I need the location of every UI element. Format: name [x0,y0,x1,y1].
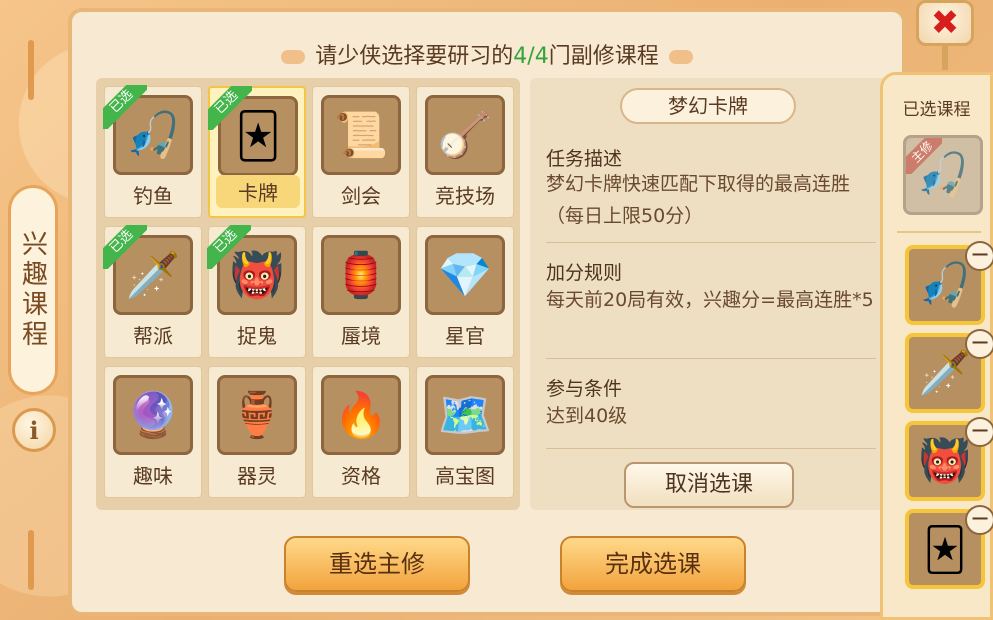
selected-badge: 已选 [103,225,147,269]
pipa-icon: 🪕 [425,95,505,175]
course-cell[interactable]: 🏮 蜃境 [312,226,410,358]
selected-course-slot[interactable]: 👹 − [905,417,993,501]
jar-icon: 🏺 [217,375,297,455]
finish-selection-button[interactable]: 完成选课 [560,536,746,592]
sword-icon: 🗡️ [918,348,972,397]
course-cell[interactable]: 🗺️ 高宝图 [416,366,514,498]
remove-icon[interactable]: − [965,417,993,447]
rule-text: 每天前20局有效，兴趣分=最高连胜*5 [546,289,874,311]
course-label: 趣味 [133,464,173,488]
treasure-map-icon: 🗺️ [425,375,505,455]
course-count: 4/4 [513,44,549,69]
interest-course-tab[interactable]: 兴趣课程 [8,185,58,395]
course-label: 蜃境 [341,324,381,348]
cond-heading: 参与条件 [546,378,623,400]
tab-label: 兴趣课程 [17,230,48,350]
major-badge: 主修 [906,138,942,174]
divider [546,242,876,243]
reselect-major-button[interactable]: 重选主修 [284,536,470,592]
course-label: 高宝图 [435,464,495,488]
desc-heading: 任务描述 [546,148,623,170]
course-label: 捉鬼 [237,324,277,348]
remove-icon[interactable]: − [965,241,993,271]
course-label: 资格 [341,464,381,488]
course-cell[interactable]: 🪕 竞技场 [416,86,514,218]
close-stem [942,46,948,70]
divider [897,231,981,233]
course-label: 星官 [445,324,485,348]
scroll-icon: 📜 [321,95,401,175]
divider [546,448,876,449]
course-cell[interactable]: 🏺 器灵 [208,366,306,498]
course-cell[interactable]: 💎 星官 [416,226,514,358]
selected-course-slot[interactable]: 🎣 − [905,241,993,325]
course-label: 帮派 [133,324,173,348]
course-label: 竞技场 [435,184,495,208]
decor-rod [28,530,34,590]
decor-rod [28,40,34,100]
course-label: 钓鱼 [133,184,173,208]
course-cell[interactable]: 🔮 趣味 [104,366,202,498]
flame-orb-icon: 🔥 [321,375,401,455]
course-label: 卡牌 [216,175,300,208]
gem-icon: 💎 [425,235,505,315]
course-cell[interactable]: 👹 捉鬼 已选 [207,225,306,358]
fishing-rod-icon: 🎣 [918,260,972,309]
cancel-course-button[interactable]: 取消选课 [624,462,794,508]
selected-badge: 已选 [207,225,251,269]
lantern-pavilion-icon: 🏮 [321,235,401,315]
selected-course-slot[interactable]: 🃏 − [905,505,993,589]
divider [546,358,876,359]
ghost-mask-icon: 👹 [918,436,972,485]
cloud-icon [281,50,306,64]
course-grid: 🎣 钓鱼 已选 🃏 卡牌 已选 📜 剑会 🪕 竞技场 🗡️ 帮派 已选 👹 捉鬼 已选 🏮 蜃境 💎 星官 🔮 趣味 🏺 器灵… [96,78,520,510]
desc-text: 梦幻卡牌快速匹配下取得的最高连胜（每日上限50分） [546,173,851,227]
course-label: 器灵 [237,464,277,488]
selected-badge: 已选 [208,86,252,130]
course-cell[interactable]: 🃏 卡牌 已选 [208,86,306,218]
course-cell[interactable]: 🔥 资格 [312,366,410,498]
course-label: 剑会 [341,184,381,208]
major-course-slot[interactable]: 🎣 主修 [903,135,983,215]
close-icon[interactable]: ✖ [916,0,974,46]
cards-icon: 🃏 [923,524,967,574]
selected-header: 已选课程 [902,100,971,120]
course-panel: 请少侠选择要研习的4/4门副修课程 🎣 钓鱼 已选 🃏 卡牌 已选 📜 剑会 🪕 竞技场 🗡️ 帮派已… [68,8,906,616]
remove-icon[interactable]: − [965,329,993,359]
selected-badge: 已选 [103,85,147,129]
cloud-icon [668,50,693,64]
course-cell[interactable]: 🎣 钓鱼 已选 [103,85,202,218]
course-cell[interactable]: 📜 剑会 [312,86,410,218]
course-detail: 梦幻卡牌 任务描述 梦幻卡牌快速匹配下取得的最高连胜（每日上限50分） 加分规则… [530,78,890,510]
panel-title: 请少侠选择要研习的4/4门副修课程 [72,38,902,70]
crystal-ball-icon: 🔮 [113,375,193,455]
rule-heading: 加分规则 [546,262,623,284]
info-icon[interactable]: i [12,408,56,452]
selected-courses-panel: 已选课程 🎣 主修 🎣 − 🗡️ − 👹 − 🃏 − [880,72,993,620]
cond-text: 达到40级 [546,405,628,427]
course-cell[interactable]: 🗡️ 帮派 已选 [103,225,202,358]
remove-icon[interactable]: − [965,505,993,535]
selected-course-slot[interactable]: 🗡️ − [905,329,993,413]
detail-title: 梦幻卡牌 [620,88,796,124]
